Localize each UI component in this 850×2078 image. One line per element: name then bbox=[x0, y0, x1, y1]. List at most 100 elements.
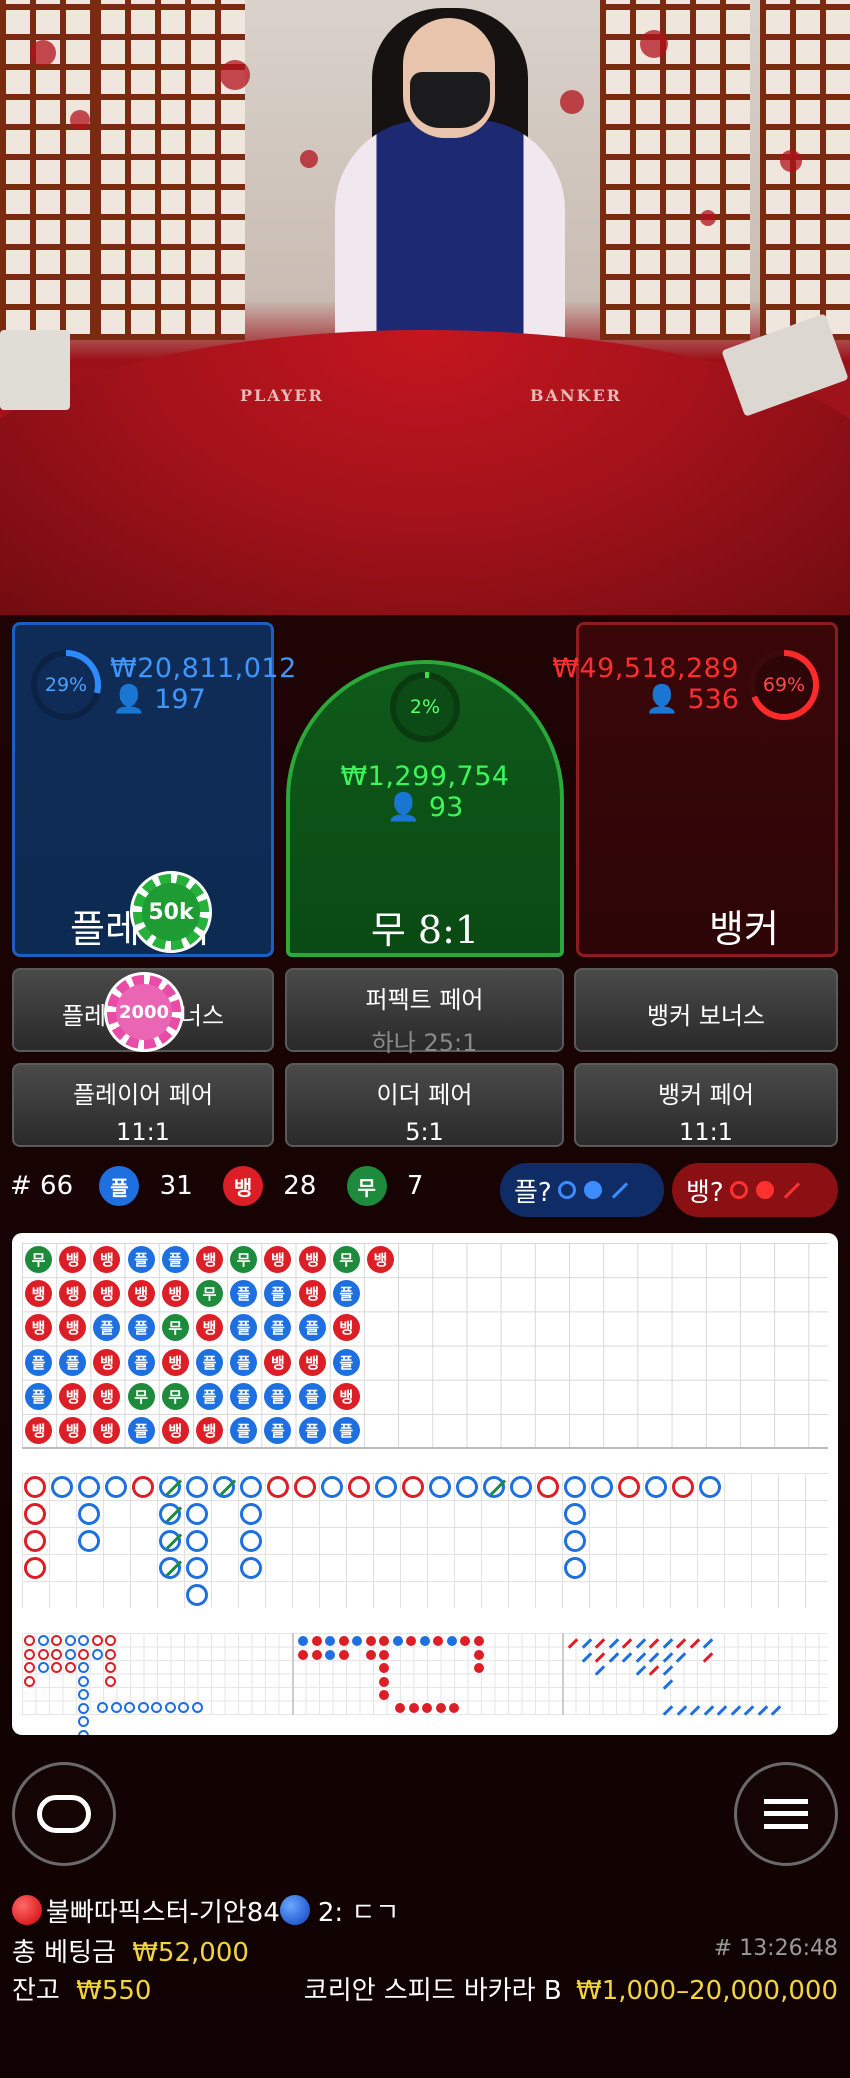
bead-road-cell: 뱅 bbox=[25, 1417, 52, 1444]
big-road-mark bbox=[321, 1476, 343, 1498]
player-pair-button[interactable]: 플레이어 페어 11:1 bbox=[12, 1063, 274, 1147]
total-bet-row: 총 베팅금 ₩52,000 # 13:26:48 bbox=[12, 1932, 838, 1970]
big-road-mark bbox=[645, 1476, 667, 1498]
player-bonus-chip: 2000 bbox=[104, 972, 184, 1052]
tie-percent-ring: 2% bbox=[390, 672, 460, 742]
menu-button[interactable] bbox=[734, 1762, 838, 1866]
derived-road-2-mark bbox=[379, 1636, 389, 1646]
derived-road-2-mark bbox=[352, 1636, 362, 1646]
decor-screen-left-2 bbox=[95, 0, 245, 340]
total-bet-label: 총 베팅금 bbox=[12, 1938, 116, 1968]
derived-road-1-mark bbox=[91, 1635, 103, 1646]
banker-badge: 뱅 bbox=[223, 1166, 264, 1206]
banker-label: 뱅커 bbox=[709, 907, 779, 951]
scoreboard-roadmap[interactable]: 무뱅뱅플플뱅무뱅뱅무뱅뱅뱅뱅뱅뱅무플플뱅플뱅뱅플플무뱅플플플뱅플플뱅플뱅플플뱅뱅… bbox=[12, 1233, 838, 1735]
derived-road-2-mark bbox=[473, 1636, 484, 1646]
decor-screen-right bbox=[600, 0, 750, 340]
derived-road-1-mark bbox=[91, 1648, 103, 1660]
derived-road-2-mark bbox=[473, 1649, 484, 1660]
banker-percent-ring: 69% bbox=[749, 650, 819, 720]
player-bonus-button[interactable]: 플레이어 보너스 2000 bbox=[12, 968, 274, 1052]
dealer-mask bbox=[410, 72, 490, 128]
derived-road-2-mark bbox=[325, 1636, 335, 1646]
user-icon: 👤 bbox=[112, 684, 146, 715]
big-road-mark bbox=[240, 1557, 262, 1579]
derived-road-2-mark bbox=[311, 1636, 322, 1646]
predict-dot-icon bbox=[755, 1181, 774, 1199]
banker-total-amount: ₩49,518,289 bbox=[552, 653, 739, 684]
player-predict-button[interactable]: 플? bbox=[500, 1163, 664, 1217]
bead-road-cell: 플 bbox=[332, 1417, 360, 1444]
big-road-mark bbox=[186, 1530, 208, 1552]
derived-road-1-mark bbox=[24, 1635, 35, 1646]
bead-road-cell: 뱅 bbox=[196, 1417, 223, 1444]
big-road-mark bbox=[591, 1476, 613, 1498]
derived-road-1-mark bbox=[97, 1702, 108, 1713]
bead-road-cell: 뱅 bbox=[264, 1348, 292, 1376]
bead-road-cell: 플 bbox=[127, 1348, 155, 1376]
bead-road-cell: 뱅 bbox=[332, 1314, 360, 1342]
red-ball-icon bbox=[12, 1895, 42, 1925]
player-percent-ring: 29% bbox=[31, 650, 101, 720]
bead-road-cell: 뱅 bbox=[25, 1280, 52, 1308]
player-bet-zone[interactable]: 29% ₩20,811,012 👤 197 플레이어 50k bbox=[12, 622, 296, 957]
user-icon: 👤 bbox=[645, 684, 679, 715]
derived-road-1-mark bbox=[78, 1689, 89, 1700]
bead-road-cell: 뱅 bbox=[59, 1382, 87, 1410]
bead-road-cell: 뱅 bbox=[298, 1348, 326, 1376]
bead-road-cell: 뱅 bbox=[59, 1417, 87, 1444]
player-chip: 50k bbox=[130, 871, 212, 953]
derived-road-2-mark bbox=[311, 1649, 322, 1660]
bead-road-cell: 플 bbox=[230, 1417, 258, 1444]
tie-win-count: 7 bbox=[406, 1171, 424, 1201]
tie-bettor-count: 👤 93 bbox=[386, 792, 464, 823]
app-root: PLAYER BANKER 29% ₩20,811,012 👤 197 플레이어… bbox=[0, 0, 850, 2078]
big-road-mark bbox=[456, 1476, 478, 1498]
derived-road-2-mark bbox=[395, 1703, 405, 1713]
bead-road-cell: 플 bbox=[127, 1246, 155, 1273]
bead-road-cell: 뱅 bbox=[161, 1417, 189, 1444]
derived-road-2-mark bbox=[365, 1636, 376, 1646]
bead-road-cell: 플 bbox=[127, 1417, 155, 1444]
bead-road-cell: 뱅 bbox=[332, 1382, 360, 1410]
derived-road-1-mark bbox=[24, 1648, 35, 1660]
tie-bet-zone[interactable]: 2% ₩1,299,754 👤 93 무 8:1 bbox=[286, 660, 564, 957]
banker-bet-zone[interactable]: 69% ₩49,518,289 👤 536 뱅커 bbox=[552, 622, 838, 957]
derived-road-2-mark bbox=[408, 1703, 419, 1713]
table-limits: ₩1,000–20,000,000 bbox=[575, 1976, 838, 2006]
bead-road-cell: 무 bbox=[25, 1246, 52, 1273]
derived-road-2-mark bbox=[435, 1703, 446, 1713]
bead-road-cell: 뱅 bbox=[161, 1280, 189, 1308]
banker-bonus-button[interactable]: 뱅커 보너스 bbox=[574, 968, 838, 1052]
bead-road-cell: 플 bbox=[25, 1382, 52, 1410]
chat-button[interactable] bbox=[12, 1762, 116, 1866]
predict-ring-icon bbox=[557, 1181, 576, 1199]
big-road-mark bbox=[186, 1557, 208, 1579]
either-pair-button[interactable]: 이더 페어 5:1 bbox=[285, 1063, 564, 1147]
derived-road-2-mark bbox=[392, 1636, 403, 1646]
derived-road-1-mark bbox=[24, 1662, 35, 1673]
bead-road-cell: 무 bbox=[161, 1314, 189, 1342]
tie-badge: 무 bbox=[346, 1166, 387, 1206]
derived-road-2-mark bbox=[433, 1636, 443, 1646]
derived-road-2-mark bbox=[379, 1676, 389, 1687]
big-road-mark bbox=[672, 1476, 694, 1498]
big-road-mark bbox=[24, 1557, 46, 1579]
derived-road-1-mark bbox=[191, 1702, 203, 1713]
big-road-mark bbox=[348, 1476, 370, 1498]
derived-road-1-mark bbox=[78, 1635, 89, 1646]
banker-predict-button[interactable]: 뱅? bbox=[672, 1163, 838, 1217]
big-road-mark bbox=[186, 1584, 208, 1606]
banker-pair-button[interactable]: 뱅커 페어 11:1 bbox=[574, 1063, 838, 1147]
derived-road-1-mark bbox=[78, 1662, 89, 1673]
derived-road-1-mark bbox=[78, 1729, 89, 1735]
perfect-pair-button[interactable]: 퍼펙트 페어 하나 25:1 bbox=[285, 968, 564, 1057]
big-road-mark bbox=[78, 1476, 100, 1498]
derived-road-2-mark bbox=[379, 1690, 389, 1700]
bead-road-cell: 플 bbox=[196, 1382, 223, 1410]
big-road-mark bbox=[375, 1476, 397, 1498]
derived-road-1-mark bbox=[64, 1635, 76, 1646]
derived-road-1-mark bbox=[51, 1662, 62, 1673]
bead-road-cell: 무 bbox=[161, 1382, 189, 1410]
derived-road-2-mark bbox=[365, 1649, 376, 1660]
